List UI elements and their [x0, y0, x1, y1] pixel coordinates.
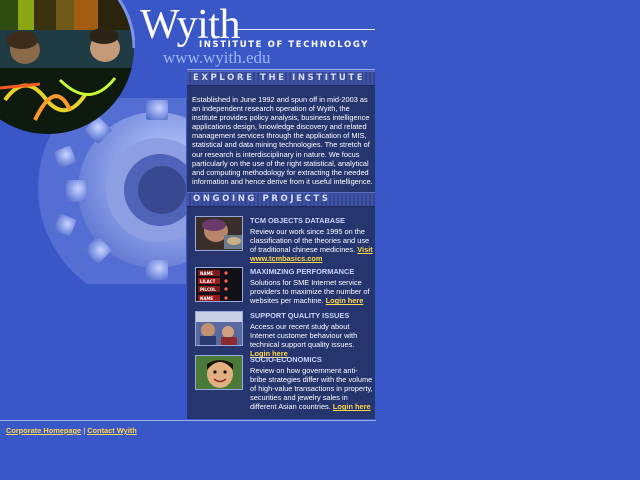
contact-link[interactable]: Contact Wyith [87, 426, 137, 435]
header-photo-collage [0, 0, 135, 134]
project-desc-socio: Review on how government anti-bribe stra… [250, 366, 374, 411]
project-desc-tcm: Review our work since 1995 on the classi… [250, 227, 374, 263]
logo-url: www.wyith.edu [163, 48, 271, 67]
project-title-tcm: TCM OBJECTS DATABASE [250, 216, 345, 225]
project-desc-performance: Solutions for SME Internet service provi… [250, 278, 374, 305]
thumb-label-2: LILACT [200, 279, 216, 284]
projects-section-title: ONGOING PROJECTS [193, 194, 331, 204]
performance-login-link[interactable]: Login here [326, 296, 364, 305]
intro-paragraph: Established in June 1992 and spun off in… [192, 95, 373, 186]
header-divider [187, 69, 375, 70]
footer-divider [0, 420, 376, 421]
project-desc-text-support: Access our recent study about Internet c… [250, 322, 358, 350]
corporate-homepage-link[interactable]: Corporate Homepage [6, 426, 81, 435]
project-title-support: SUPPORT QUALITY ISSUES [250, 311, 350, 320]
project-title-socio: SOCIO-ECONOMICS [250, 355, 322, 364]
footer-separator: | [83, 426, 86, 435]
project-thumbnail-socio [195, 355, 243, 390]
thumb-label-4: NAME [200, 296, 213, 301]
socio-login-link[interactable]: Login here [333, 402, 371, 411]
explore-section-header: EXPLORE THE INSTITUTE [187, 71, 375, 86]
project-title-performance: MAXIMIZING PERFORMANCE [250, 267, 355, 276]
thumb-label-1: NAME [200, 271, 213, 276]
content-panel: EXPLORE THE INSTITUTE Established in Jun… [187, 71, 375, 419]
project-desc-support: Access our recent study about Internet c… [250, 322, 374, 358]
project-desc-text-tcm: Review our work since 1995 on the classi… [250, 227, 370, 255]
project-thumbnail-performance: NAME LILACT PILCOL NAME [195, 267, 243, 302]
logo-divider [238, 29, 375, 30]
footer: Corporate Homepage | Contact Wyith [6, 426, 137, 435]
explore-section-title: EXPLORE THE INSTITUTE [193, 73, 366, 83]
thumb-label-3: PILCOL [200, 287, 216, 292]
projects-section-header: ONGOING PROJECTS [187, 192, 375, 207]
project-thumbnail-support [195, 311, 243, 346]
project-thumbnail-tcm [195, 216, 243, 251]
